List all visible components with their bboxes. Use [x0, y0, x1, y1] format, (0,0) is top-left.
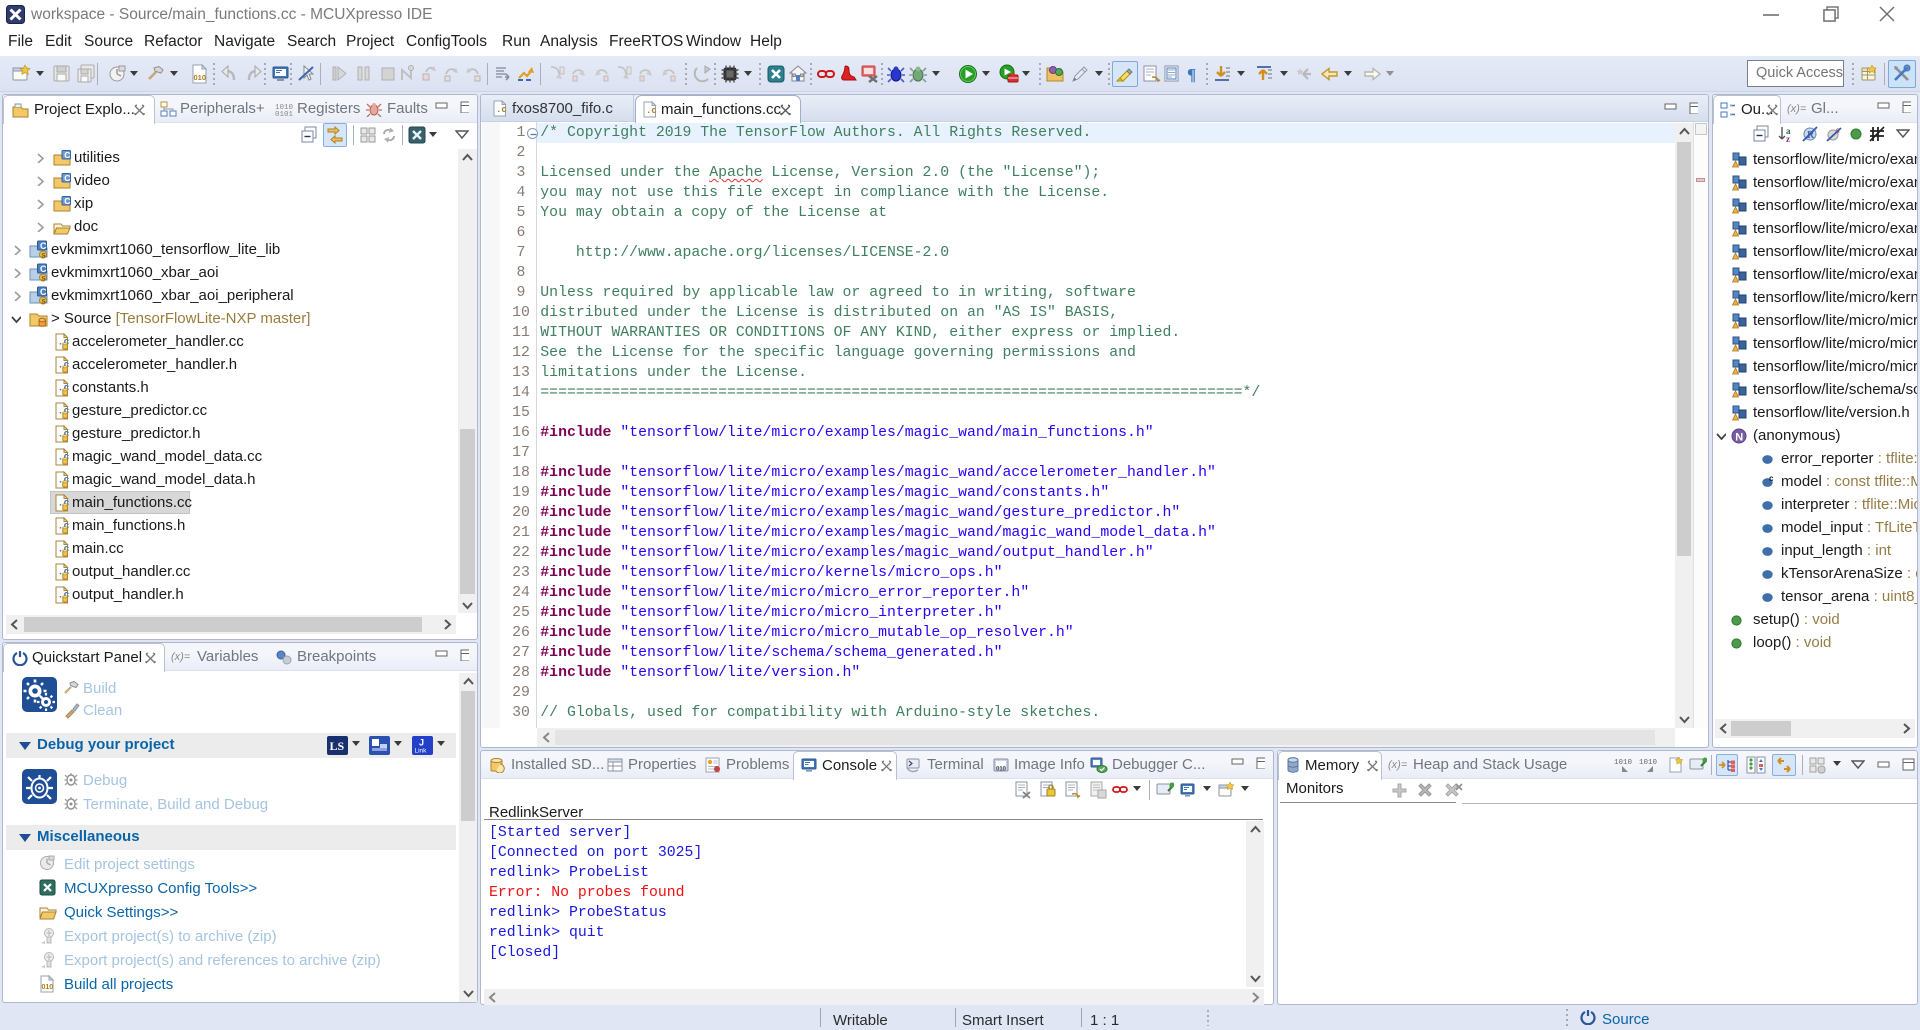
svg-text:010: 010: [42, 984, 54, 991]
svg-text:s: s: [41, 251, 46, 260]
svg-text:010: 010: [194, 73, 207, 82]
svg-text:J: J: [419, 738, 424, 748]
svg-text:c: c: [1769, 475, 1774, 483]
svg-text:z: z: [1786, 134, 1790, 143]
svg-text:LS: LS: [330, 739, 345, 753]
svg-text:s: s: [41, 274, 46, 283]
svg-text:C: C: [40, 241, 47, 251]
svg-text:C: C: [64, 173, 70, 183]
svg-text:C: C: [64, 196, 70, 206]
svg-text:010: 010: [996, 767, 1007, 773]
svg-text:.c: .c: [646, 106, 657, 116]
svg-text:s: s: [41, 297, 46, 306]
svg-text:1010: 1010: [1614, 759, 1633, 767]
svg-text:C: C: [64, 150, 70, 160]
svg-text:1010: 1010: [1639, 759, 1658, 767]
svg-text:C: C: [40, 264, 47, 274]
svg-text:N: N: [1735, 432, 1743, 444]
svg-text:Link: Link: [415, 748, 428, 755]
svg-text:¶: ¶: [1187, 65, 1196, 84]
svg-text:C: C: [40, 287, 47, 297]
svg-text:.c: .c: [496, 105, 507, 115]
svg-text:0101: 0101: [275, 111, 294, 117]
